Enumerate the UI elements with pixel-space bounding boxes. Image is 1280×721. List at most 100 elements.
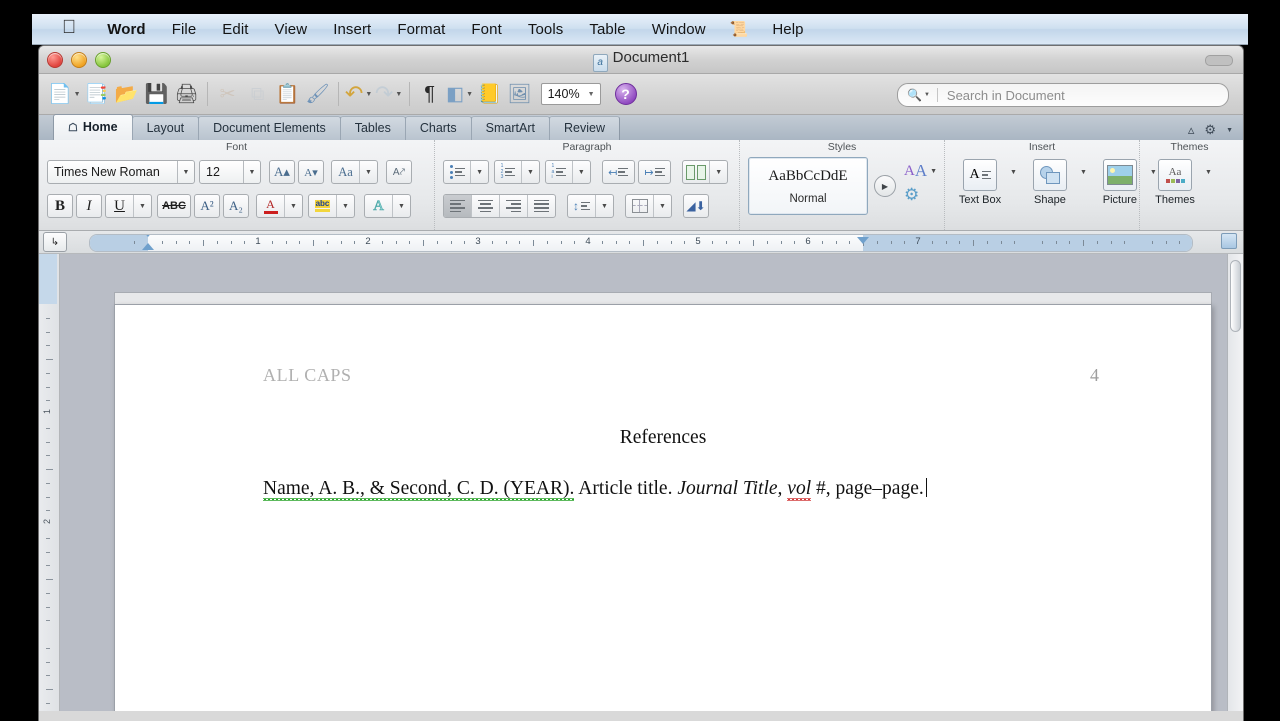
change-case-icon[interactable]: Aa bbox=[332, 161, 360, 183]
manage-styles-button[interactable]: A A ▼ bbox=[904, 161, 937, 181]
right-indent-marker[interactable] bbox=[857, 237, 869, 244]
strikethrough-button[interactable]: ABC bbox=[157, 194, 191, 218]
tab-document-elements[interactable]: Document Elements bbox=[198, 116, 341, 140]
search-box[interactable]: 🔍 ▼ bbox=[897, 83, 1229, 107]
search-input[interactable] bbox=[945, 87, 1228, 104]
italic-button[interactable]: I bbox=[76, 194, 102, 218]
align-center-button[interactable] bbox=[472, 195, 500, 217]
menu-item-view[interactable]: View bbox=[262, 14, 321, 45]
help-button[interactable]: ? bbox=[615, 83, 637, 105]
hanging-indent-marker[interactable] bbox=[142, 243, 154, 250]
bulleted-list-control[interactable]: ▼ bbox=[443, 160, 489, 184]
numbered-list-icon[interactable]: 123 bbox=[495, 161, 522, 183]
highlight-control[interactable]: abc ▼ bbox=[308, 194, 355, 218]
bulleted-list-icon[interactable] bbox=[444, 161, 471, 183]
superscript-button[interactable]: A² bbox=[194, 194, 220, 218]
cut-button[interactable]: ✂ bbox=[214, 78, 242, 110]
multilevel-list-icon[interactable]: 1ai bbox=[546, 161, 573, 183]
underline-control[interactable]: U ▼ bbox=[105, 194, 152, 218]
decrease-indent-button[interactable]: ↤ bbox=[602, 160, 635, 184]
underline-icon[interactable]: U bbox=[106, 195, 134, 217]
menu-item-table[interactable]: Table bbox=[576, 14, 638, 45]
font-name-combo[interactable]: Times New Roman ▼ bbox=[47, 160, 195, 184]
tab-home[interactable]: ☖Home bbox=[53, 114, 133, 140]
line-spacing-icon[interactable]: ↕ bbox=[568, 195, 596, 217]
sidebar-pane-button[interactable]: ◧▼ bbox=[446, 78, 474, 110]
text-effects-control[interactable]: A ▼ bbox=[364, 194, 411, 218]
chevron-down-icon[interactable]: ▼ bbox=[1205, 169, 1212, 176]
chevron-down-icon[interactable]: ▼ bbox=[285, 195, 302, 217]
align-right-button[interactable] bbox=[500, 195, 528, 217]
undo-button[interactable]: ↶▼ bbox=[345, 78, 373, 110]
highlight-icon[interactable]: abc bbox=[309, 195, 337, 217]
chevron-down-icon[interactable]: ▼ bbox=[596, 195, 613, 217]
document-page[interactable]: ALL CAPS 4 References Name, A. B., & Sec… bbox=[114, 304, 1212, 711]
chevron-down-icon[interactable]: ▼ bbox=[393, 195, 410, 217]
shading-button[interactable]: ◢⬇ bbox=[683, 194, 709, 218]
borders-icon[interactable] bbox=[626, 195, 654, 217]
open-document-button[interactable]: 📂 bbox=[113, 78, 141, 110]
format-painter-button[interactable]: 🖌 bbox=[304, 78, 332, 110]
media-browser-button[interactable]: 🖼 bbox=[506, 78, 534, 110]
chevron-down-icon[interactable]: ▼ bbox=[710, 161, 727, 183]
tab-charts[interactable]: Charts bbox=[405, 116, 472, 140]
columns-icon[interactable] bbox=[683, 161, 710, 183]
chevron-up-icon[interactable]: ▵ bbox=[1188, 122, 1195, 138]
chevron-down-icon[interactable]: ▼ bbox=[360, 161, 377, 183]
scrollbar-thumb[interactable] bbox=[1230, 260, 1241, 332]
notebook-view-button[interactable]: 📒 bbox=[476, 78, 504, 110]
chevron-down-icon[interactable]: ▼ bbox=[573, 161, 590, 183]
tab-stop-selector[interactable]: ↳ bbox=[43, 232, 67, 252]
zoom-control[interactable]: 140% ▼ bbox=[541, 83, 601, 105]
apple-icon[interactable]:  bbox=[62, 18, 76, 40]
chevron-down-icon[interactable]: ▼ bbox=[522, 161, 539, 183]
menu-item-help[interactable]: Help bbox=[759, 14, 816, 45]
align-left-button[interactable] bbox=[444, 195, 472, 217]
style-normal-button[interactable]: AaBbCcDdE Normal bbox=[748, 157, 868, 215]
alignment-control[interactable] bbox=[443, 194, 556, 218]
copy-button[interactable]: ⧉ bbox=[244, 78, 272, 110]
themes-button[interactable]: Aa Themes bbox=[1146, 157, 1204, 206]
styles-next-button[interactable]: ▶ bbox=[874, 175, 896, 197]
print-button[interactable]: 🖨 bbox=[173, 78, 201, 110]
insert-text-box-button[interactable]: A Text Box bbox=[951, 157, 1009, 206]
clear-formatting-button[interactable]: A⤤ bbox=[386, 160, 412, 184]
menu-item-window[interactable]: Window bbox=[639, 14, 719, 45]
tab-smartart[interactable]: SmartArt bbox=[471, 116, 550, 140]
script-icon[interactable]: 📜 bbox=[719, 20, 760, 38]
multilevel-list-control[interactable]: 1ai ▼ bbox=[545, 160, 591, 184]
save-button[interactable]: 💾 bbox=[143, 78, 171, 110]
chevron-down-icon[interactable]: ▼ bbox=[471, 161, 488, 183]
tab-review[interactable]: Review bbox=[549, 116, 620, 140]
insert-shape-button[interactable]: Shape bbox=[1021, 157, 1079, 206]
grow-font-button[interactable]: A▴ bbox=[269, 160, 295, 184]
paste-button[interactable]: 📋 bbox=[274, 78, 302, 110]
shrink-font-button[interactable]: A▾ bbox=[298, 160, 324, 184]
bold-button[interactable]: B bbox=[47, 194, 73, 218]
menu-item-word[interactable]: Word bbox=[94, 14, 158, 45]
numbered-list-control[interactable]: 123 ▼ bbox=[494, 160, 540, 184]
chevron-down-icon[interactable]: ▼ bbox=[654, 195, 671, 217]
style-guide-button[interactable]: ⚙ bbox=[904, 185, 937, 205]
section-title[interactable]: References bbox=[115, 427, 1211, 449]
chevron-down-icon[interactable]: ▼ bbox=[337, 195, 354, 217]
toolbar-toggle-button[interactable] bbox=[1205, 55, 1233, 66]
text-effects-icon[interactable]: A bbox=[365, 195, 393, 217]
first-line-indent-marker[interactable] bbox=[142, 234, 154, 237]
chevron-down-icon[interactable]: ▼ bbox=[1010, 169, 1017, 176]
change-case-control[interactable]: Aa ▼ bbox=[331, 160, 378, 184]
font-size-combo[interactable]: 12 ▼ bbox=[199, 160, 261, 184]
menu-item-edit[interactable]: Edit bbox=[209, 14, 261, 45]
tab-tables[interactable]: Tables bbox=[340, 116, 406, 140]
chevron-down-icon[interactable]: ▼ bbox=[1226, 127, 1233, 134]
menu-item-insert[interactable]: Insert bbox=[320, 14, 384, 45]
menu-item-file[interactable]: File bbox=[159, 14, 210, 45]
chevron-down-icon[interactable]: ▼ bbox=[924, 92, 930, 98]
show-formatting-marks-button[interactable]: ¶ bbox=[416, 78, 444, 110]
font-color-control[interactable]: A ▼ bbox=[256, 194, 303, 218]
page-number[interactable]: 4 bbox=[1090, 365, 1099, 386]
line-spacing-control[interactable]: ↕ ▼ bbox=[567, 194, 614, 218]
menu-item-font[interactable]: Font bbox=[458, 14, 514, 45]
chevron-down-icon[interactable]: ▼ bbox=[134, 195, 151, 217]
tab-layout[interactable]: Layout bbox=[132, 116, 200, 140]
